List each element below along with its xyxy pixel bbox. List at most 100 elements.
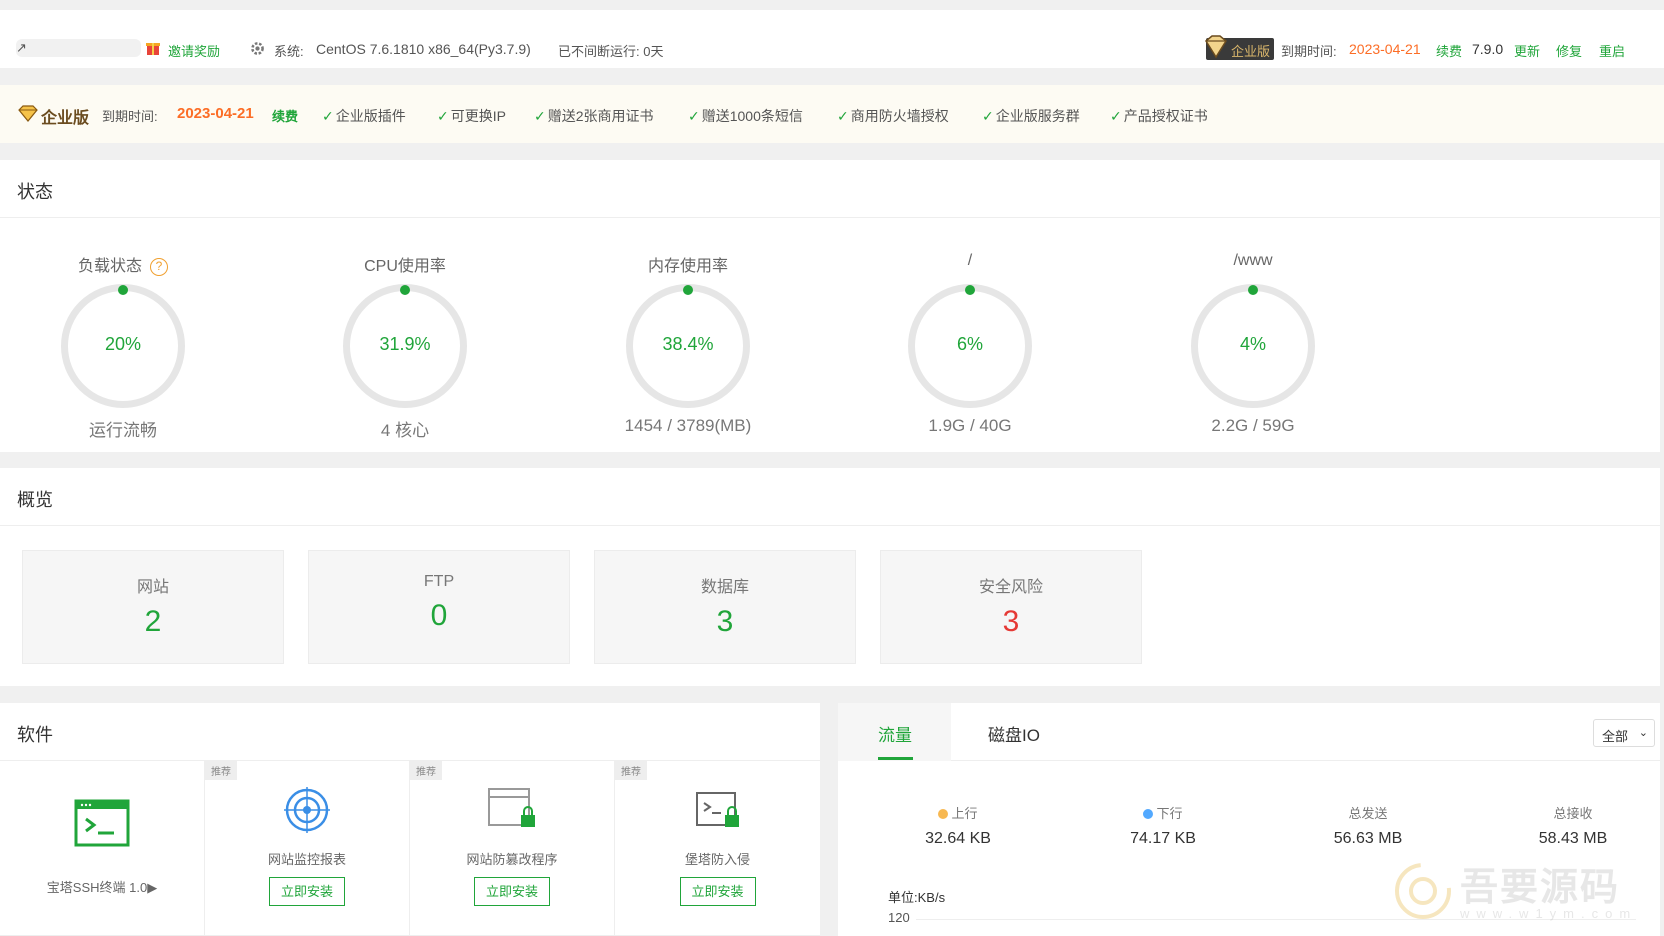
- overview-label: 数据库: [700, 579, 749, 596]
- stat-label: 总接收: [1553, 806, 1593, 821]
- software-card: 软件 宝塔SSH终端 1.0▶ 推荐 网站监控报表 立即安装 推荐 网站防篡改程…: [0, 703, 820, 936]
- interface-select[interactable]: 全部 ⌄: [1593, 719, 1655, 747]
- gauge-value: 4%: [1239, 334, 1266, 354]
- software-name: 宝塔SSH终端 1.0▶: [46, 880, 158, 895]
- gauge-dot: [1248, 285, 1258, 295]
- tab-underline: [878, 757, 913, 760]
- watermark: 吾要源码 www.w1ym.com: [1390, 848, 1660, 936]
- system-value: CentOS 7.6.1810 x86_64(Py3.7.9): [316, 41, 531, 57]
- uptime-text: 已不间断运行: 0天: [558, 44, 664, 59]
- overview-label: 网站: [136, 579, 169, 596]
- diamond-icon: [1205, 35, 1227, 59]
- feature-item: ✓ 可更换IP: [437, 106, 506, 126]
- user-menu-caret[interactable]: ↗: [16, 40, 27, 56]
- radar-icon: [284, 787, 330, 833]
- gauge-dot: [683, 285, 693, 295]
- check-icon: ✓: [982, 108, 994, 124]
- update-link[interactable]: 更新: [1514, 41, 1540, 60]
- download-dot: [1143, 809, 1154, 819]
- expire-date: 2023-04-21: [1349, 41, 1421, 57]
- version-text: 7.9.0: [1472, 41, 1504, 57]
- feature-item: ✓ 商用防火墙授权: [837, 106, 949, 126]
- upload-dot: [938, 809, 949, 819]
- overview-databases[interactable]: 数据库 3: [594, 550, 856, 664]
- disk-root-gauge[interactable]: / 6% 1.9G / 40G: [880, 252, 1060, 436]
- overview-label: 安全风险: [978, 579, 1043, 596]
- overview-websites[interactable]: 网站 2: [22, 550, 284, 664]
- enterprise-expire-date: 2023-04-21: [177, 105, 254, 122]
- stat-total-received: 总接收 58.43 MB: [1503, 803, 1643, 848]
- gift-icon: [146, 43, 160, 55]
- overview-ftp[interactable]: FTP 0: [308, 550, 570, 664]
- feature-label: 企业版插件: [335, 108, 406, 124]
- software-header: 软件: [0, 703, 820, 761]
- install-button[interactable]: 立即安装: [679, 877, 756, 906]
- gauge-value: 6%: [956, 334, 983, 354]
- software-item-ssh[interactable]: 宝塔SSH终端 1.0▶: [0, 761, 205, 936]
- feature-label: 商用防火墙授权: [850, 108, 949, 124]
- software-item-intrusion[interactable]: 推荐 堡塔防入侵 立即安装: [615, 761, 820, 936]
- software-name: 堡塔防入侵: [684, 852, 750, 867]
- gauge-ring: 31.9%: [343, 284, 467, 408]
- overview-card: 概览 网站 2 FTP 0 数据库 3 安全风险 3: [0, 468, 1660, 686]
- memory-gauge[interactable]: 内存使用率 38.4% 1454 / 3789(MB): [598, 252, 778, 436]
- status-card: 状态 负载状态? 20% 运行流畅 CPU使用率 31.9% 4 核心 内存使用…: [0, 160, 1660, 452]
- invite-reward-link[interactable]: 邀请奖励: [168, 41, 220, 60]
- gauge-label: 内存使用率: [647, 258, 728, 275]
- system-label: 系统:: [274, 44, 304, 59]
- gauge-ring: 6%: [908, 284, 1032, 408]
- renew-link[interactable]: 续费: [1436, 41, 1462, 60]
- check-icon: ✓: [837, 108, 849, 124]
- chevron-down-icon: ⌄: [1638, 727, 1648, 739]
- overview-security-risk[interactable]: 安全风险 3: [880, 550, 1142, 664]
- gauge-label: /: [967, 252, 973, 269]
- feature-item: ✓ 企业版插件: [322, 106, 406, 126]
- watermark-logo-icon: [1395, 863, 1451, 919]
- install-button[interactable]: 立即安装: [474, 877, 550, 906]
- overview-count: 2: [144, 605, 162, 638]
- help-icon[interactable]: ?: [150, 258, 168, 276]
- recommend-tag: 推荐: [615, 761, 647, 780]
- feature-label: 产品授权证书: [1123, 108, 1208, 124]
- gauge-dot: [118, 285, 128, 295]
- enterprise-expire-label: 到期时间:: [102, 109, 158, 124]
- feature-label: 可更换IP: [450, 108, 506, 124]
- check-icon: ✓: [688, 108, 700, 124]
- software-item-monitor[interactable]: 推荐 网站监控报表 立即安装: [205, 761, 410, 936]
- stat-total-sent: 总发送 56.63 MB: [1298, 803, 1438, 848]
- top-bar: ↗ 邀请奖励 系统: CentOS 7.6.1810 x86_64(Py3.7.…: [0, 10, 1664, 68]
- overview-title: 概览: [17, 490, 53, 510]
- browser-lock-icon: [488, 788, 535, 827]
- overview-count: 0: [430, 599, 448, 632]
- overview-header: 概览: [0, 468, 1660, 526]
- feature-item: ✓ 赠送2张商用证书: [534, 106, 654, 126]
- gauge-label: 负载状态?: [33, 252, 213, 276]
- stat-label: 上行: [951, 806, 978, 821]
- gauge-label: /www: [1233, 252, 1273, 269]
- chart-y-tick: 120: [888, 910, 910, 925]
- username-blurred: [16, 39, 141, 57]
- load-gauge[interactable]: 负载状态? 20% 运行流畅: [33, 252, 213, 441]
- check-icon: ✓: [322, 108, 334, 124]
- repair-link[interactable]: 修复: [1556, 41, 1582, 60]
- enterprise-renew-link[interactable]: 续费: [272, 106, 298, 125]
- gauge-dot: [965, 285, 975, 295]
- overview-count: 3: [1002, 605, 1020, 638]
- expire-label: 到期时间:: [1281, 44, 1337, 59]
- enterprise-bar: 企业版 到期时间: 2023-04-21 续费 ✓ 企业版插件 ✓ 可更换IP ✓ 赠…: [0, 85, 1664, 143]
- overview-count: 3: [716, 605, 734, 638]
- install-button[interactable]: 立即安装: [269, 877, 345, 906]
- feature-item: ✓ 赠送1000条短信: [688, 106, 803, 126]
- gauge-value: 38.4%: [662, 334, 714, 354]
- select-value: 全部: [1602, 729, 1629, 744]
- enterprise-title: 企业版: [41, 110, 90, 127]
- network-tabs: 流量 磁盘IO 全部 ⌄: [838, 703, 1660, 761]
- tab-disk-io[interactable]: 磁盘IO: [988, 721, 1040, 746]
- feature-item: ✓ 产品授权证书: [1110, 106, 1208, 126]
- restart-link[interactable]: 重启: [1599, 41, 1625, 60]
- watermark-url: www.w1ym.com: [1460, 906, 1638, 921]
- software-item-tamper[interactable]: 推荐 网站防篡改程序 立即安装: [410, 761, 615, 936]
- disk-www-gauge[interactable]: /www 4% 2.2G / 59G: [1163, 252, 1343, 436]
- cpu-gauge[interactable]: CPU使用率 31.9% 4 核心: [315, 252, 495, 441]
- tab-traffic[interactable]: 流量: [838, 703, 951, 761]
